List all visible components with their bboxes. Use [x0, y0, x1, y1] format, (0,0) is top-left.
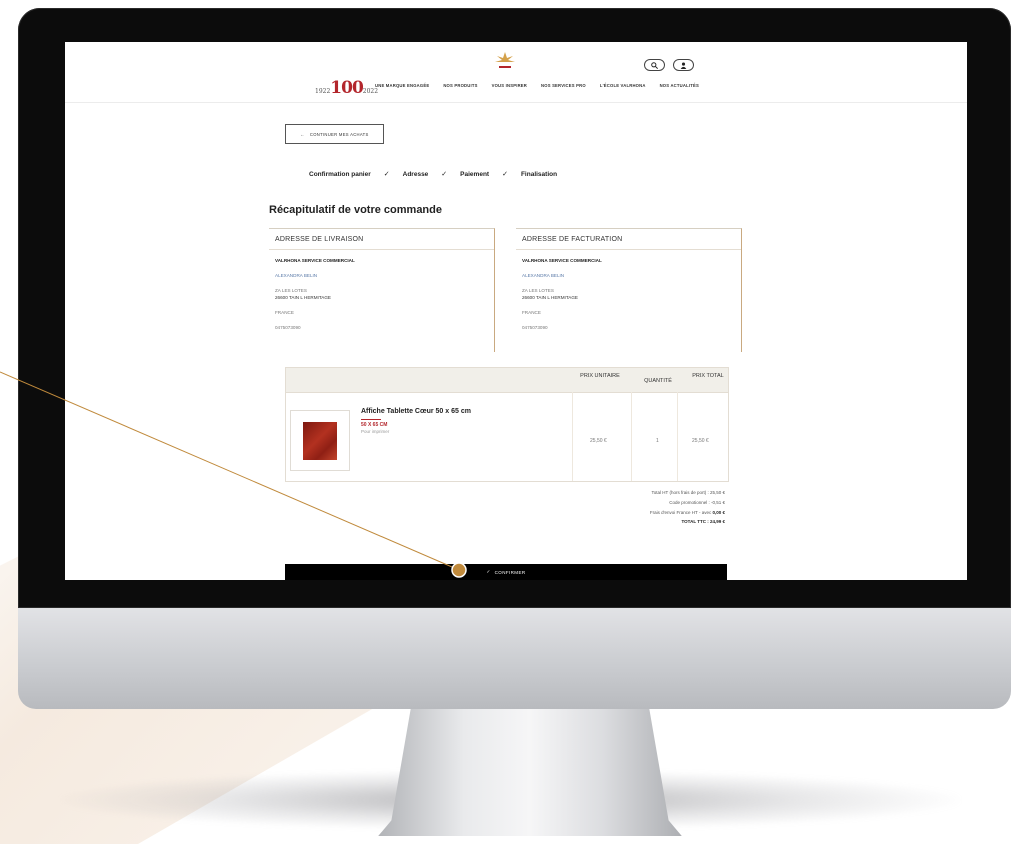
- step-paiement[interactable]: Paiement: [460, 171, 489, 178]
- shipping-phone: 0475073090: [275, 324, 301, 330]
- nav-item-marque[interactable]: UNE MARQUE ENGAGÉE: [375, 83, 429, 88]
- step-adresse[interactable]: Adresse: [403, 171, 429, 178]
- user-icon: [680, 62, 687, 69]
- billing-street-block: ZA LES LOTES 26600 TAIN L HERMITAGE: [522, 288, 735, 300]
- shipping-fee-label: Frais d'envoi France HT - avec: [649, 509, 712, 515]
- page-title: Récapitulatif de votre commande: [269, 204, 442, 216]
- col-unit-price: PRIX UNITAIRE: [580, 373, 620, 379]
- continue-shopping-label: CONTINUER MES ACHATS: [309, 131, 369, 137]
- grand-total: TOTAL TTC : 24,99 €: [650, 519, 725, 524]
- centenary-logo[interactable]: 19221002022: [315, 78, 378, 98]
- nav-item-actualites[interactable]: NOS ACTUALITÉS: [660, 83, 699, 88]
- table-header: PRIX UNITAIRE QUANTITÉ PRIX TOTAL: [286, 368, 728, 393]
- shipping-company: VALRHONA SERVICE COMMERCIAL: [275, 258, 355, 263]
- billing-country: FRANCE: [522, 309, 541, 315]
- col-quantity: QUANTITÉ: [644, 378, 672, 384]
- nav-item-ecole[interactable]: L'ÉCOLE VALRHONA: [600, 83, 646, 88]
- shipping-country: FRANCE: [275, 309, 294, 315]
- check-icon: ✓: [441, 171, 448, 178]
- line-total: 25,50 €: [692, 438, 709, 444]
- product-accent-line: [361, 419, 381, 420]
- billing-street: ZA LES LOTES: [522, 288, 554, 294]
- check-icon: ✓: [383, 171, 390, 178]
- shipping-street: ZA LES LOTES: [275, 288, 307, 294]
- nav-item-inspirer[interactable]: VOUS INSPIRER: [492, 83, 527, 88]
- divider: [572, 392, 573, 481]
- grand-total-value: TOTAL TTC : 24,99 €: [681, 519, 725, 525]
- product-image[interactable]: [290, 410, 350, 471]
- divider: [631, 392, 632, 481]
- product-option: Pour imprimer: [361, 429, 390, 434]
- logo-number: 100: [330, 78, 363, 98]
- site-header: 19221002022 UNE MARQUE ENGAGÉE NOS PRODU…: [65, 42, 967, 103]
- account-button[interactable]: [673, 59, 694, 71]
- billing-city: 26600 TAIN L HERMITAGE: [522, 294, 578, 300]
- order-totals: Total HT (hors frais de port) : 25,50 € …: [650, 490, 725, 529]
- promo-code: Code promotionnel : -0,51 €: [669, 499, 725, 505]
- nav-item-services[interactable]: NOS SERVICES PRO: [541, 83, 586, 88]
- brand-logo-icon[interactable]: [495, 52, 515, 74]
- check-icon: ✓: [502, 171, 508, 178]
- confirm-button[interactable]: ✓ CONFIRMER: [285, 564, 727, 580]
- shipping-fee: Frais d'envoi France HT - avec 0,00 €: [650, 510, 725, 515]
- step-finalisation: Finalisation: [520, 170, 558, 178]
- subtotal: Total HT (hors frais de port) : 25,50 €: [651, 490, 725, 495]
- check-icon: ✓: [486, 569, 491, 574]
- product-size: 50 X 65 CM: [361, 422, 388, 428]
- monitor-chin: [18, 606, 1011, 709]
- shipping-address-card: ADRESSE DE LIVRAISON VALRHONA SERVICE CO…: [269, 228, 495, 352]
- billing-name: ALEXANDRA BELIN: [522, 273, 565, 279]
- continue-shopping-button[interactable]: ← CONTINUER MES ACHATS: [285, 124, 384, 144]
- product-name[interactable]: Affiche Tablette Cœur 50 x 65 cm: [361, 408, 471, 415]
- confirm-label: CONFIRMER: [494, 569, 526, 575]
- checkout-steps: Confirmation panier ✓ Adresse ✓ Paiement…: [309, 170, 558, 179]
- billing-address-title: ADRESSE DE FACTURATION: [516, 229, 741, 250]
- main-nav: UNE MARQUE ENGAGÉE NOS PRODUITS VOUS INS…: [375, 83, 699, 88]
- search-icon: [651, 61, 658, 69]
- step-confirmation[interactable]: Confirmation panier: [309, 171, 371, 178]
- shipping-name: ALEXANDRA BELIN: [275, 273, 318, 279]
- billing-phone: 0475073090: [522, 324, 548, 330]
- order-table: PRIX UNITAIRE QUANTITÉ PRIX TOTAL Affich…: [285, 367, 729, 482]
- billing-address-card: ADRESSE DE FACTURATION VALRHONA SERVICE …: [516, 228, 742, 352]
- screen: 19221002022 UNE MARQUE ENGAGÉE NOS PRODU…: [65, 42, 967, 580]
- shipping-address-title: ADRESSE DE LIVRAISON: [269, 229, 494, 250]
- billing-company: VALRHONA SERVICE COMMERCIAL: [522, 258, 602, 263]
- monitor-stand: [378, 706, 682, 836]
- arrow-left-icon: ←: [300, 131, 305, 137]
- poster-thumbnail: [303, 421, 337, 460]
- shipping-fee-value: 0,00 €: [712, 509, 725, 515]
- unit-price: 25,50 €: [590, 438, 607, 444]
- shipping-city: 26600 TAIN L HERMITAGE: [275, 294, 331, 300]
- search-button[interactable]: [644, 59, 665, 71]
- divider: [677, 392, 678, 481]
- shipping-street-block: ZA LES LOTES 26600 TAIN L HERMITAGE: [275, 288, 488, 300]
- quantity: 1: [656, 438, 659, 444]
- col-total-price: PRIX TOTAL: [692, 373, 724, 379]
- nav-item-produits[interactable]: NOS PRODUITS: [443, 83, 477, 88]
